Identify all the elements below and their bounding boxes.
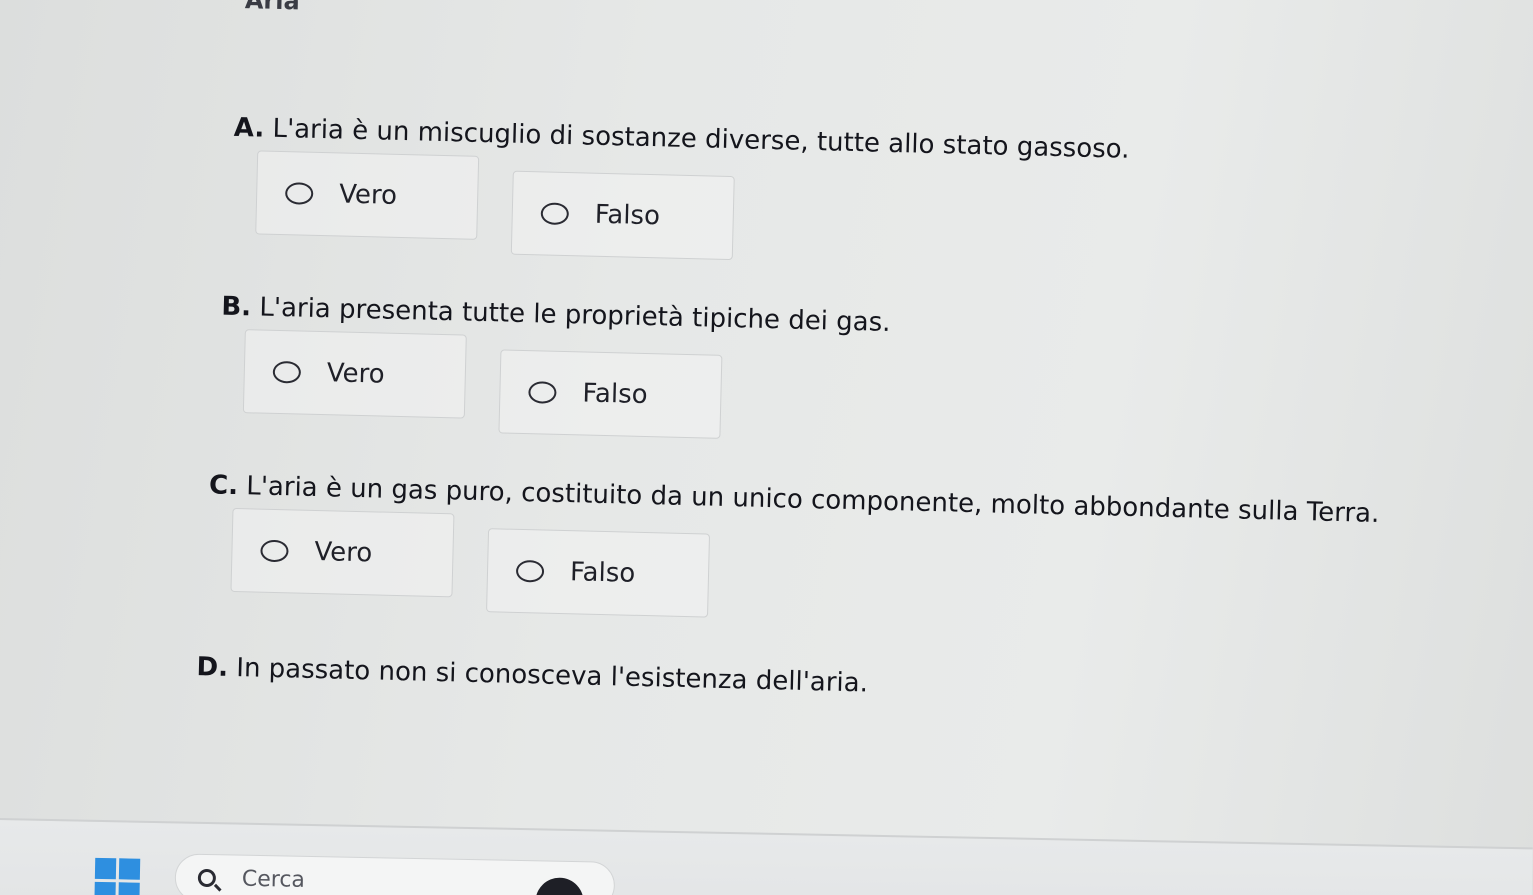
option-label: Falso [594,199,661,232]
question-b-option-vero[interactable]: Vero [242,329,467,419]
question-c-option-vero[interactable]: Vero [230,507,455,598]
option-label: Vero [338,179,398,211]
start-icon-tile [118,858,141,880]
question-c-letter: C. [208,470,239,502]
question-b: B. L'aria presenta tutte le proprietà ti… [218,291,1521,461]
search-highlight-icon [535,877,584,895]
quiz-page: Aria A. L'aria è un miscuglio di sostanz… [0,0,1533,895]
option-label: Vero [314,536,373,569]
radio-button[interactable] [284,182,314,205]
option-label: Vero [326,358,385,390]
radio-button[interactable] [528,381,557,404]
question-b-option-falso[interactable]: Falso [498,349,723,439]
question-a: A. L'aria è un miscuglio di sostanze div… [231,112,1533,282]
question-a-option-falso[interactable]: Falso [510,170,735,261]
radio-button[interactable] [540,202,570,226]
search-icon [197,868,217,888]
radio-button[interactable] [260,539,289,563]
option-label: Falso [582,378,648,411]
question-d-letter: D. [196,652,229,683]
radio-button[interactable] [272,360,302,384]
question-d-text: D. In passato non si conosceva l'esisten… [196,651,1496,715]
option-label: Falso [569,557,636,589]
question-c-option-falso[interactable]: Falso [486,528,711,618]
start-icon-tile [94,857,117,880]
question-c: C. L'aria è un gas puro, costituito da u… [206,469,1509,639]
page-title: Aria [244,0,301,16]
question-d: D. In passato non si conosceva l'esisten… [196,651,1496,715]
quiz-content: Aria A. L'aria è un miscuglio di sostanz… [0,0,1533,851]
question-a-letter: A. [233,112,265,144]
question-d-statement: In passato non si conosceva l'esistenza … [235,653,869,699]
start-icon-tile [118,882,140,895]
start-icon-tile [94,881,116,895]
question-a-option-vero[interactable]: Vero [255,150,480,240]
taskbar-search-box[interactable]: Cerca [174,853,616,895]
search-placeholder: Cerca [241,866,306,893]
question-b-letter: B. [221,291,252,323]
radio-button[interactable] [515,559,545,583]
windows-start-icon[interactable] [94,857,141,895]
